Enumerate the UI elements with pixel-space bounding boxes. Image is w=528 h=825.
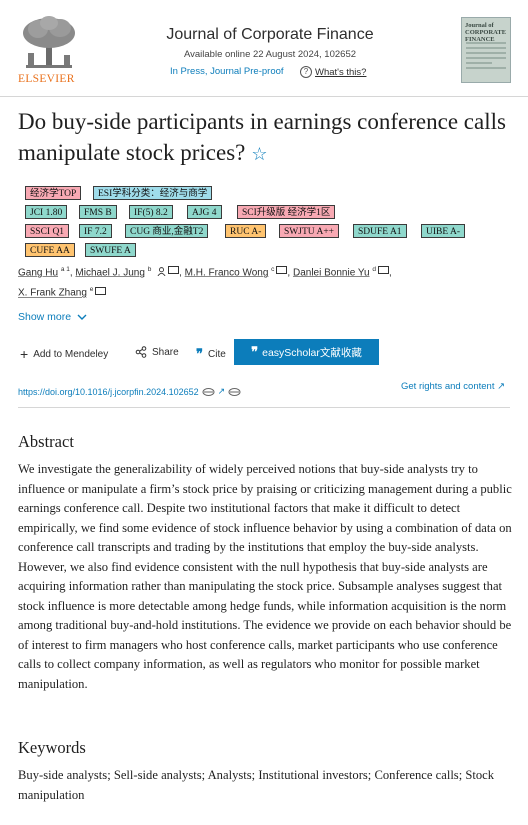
ranking-tag: IF(5) 8.2 bbox=[129, 205, 173, 219]
whats-this-label: What's this? bbox=[315, 66, 367, 78]
ranking-tag: UIBE A- bbox=[421, 224, 466, 238]
author-affiliation: d bbox=[372, 266, 376, 273]
share-button[interactable]: Share bbox=[135, 346, 179, 358]
author-affiliation: e bbox=[89, 286, 94, 294]
doi-label: https://doi.org/10.1016/j.jcorpfin.2024.… bbox=[18, 386, 199, 397]
author-affiliation: a 1 bbox=[60, 266, 70, 273]
ranking-tag: SCI升级版 经济学1区 bbox=[237, 205, 336, 219]
get-rights-link[interactable]: Get rights and content ↗ bbox=[401, 381, 505, 392]
ranking-tag: SSCI Q1 bbox=[25, 224, 70, 238]
copy-icon[interactable] bbox=[202, 387, 215, 397]
ranking-tag: FMS B bbox=[79, 205, 117, 219]
ranking-tag: CUG 商业,金融T2 bbox=[125, 224, 209, 238]
section-divider bbox=[18, 407, 510, 408]
chevron-down-icon bbox=[77, 314, 87, 320]
keywords-text: Buy-side analysts; Sell-side analysts; A… bbox=[18, 768, 495, 802]
cite-label: Cite bbox=[208, 348, 226, 360]
doi-link[interactable]: https://doi.org/10.1016/j.jcorpfin.2024.… bbox=[18, 386, 241, 397]
available-online-date: Available online 22 August 2024, 102652 bbox=[183, 49, 357, 60]
question-icon: ? bbox=[300, 66, 312, 78]
add-to-mendeley-button[interactable]: + Add to Mendeley bbox=[20, 346, 108, 362]
header-divider bbox=[0, 96, 528, 97]
article-title: Do buy-side participants in earnings con… bbox=[18, 106, 518, 170]
mendeley-label: Add to Mendeley bbox=[33, 348, 109, 360]
copy-icon[interactable] bbox=[228, 387, 241, 397]
ranking-tag: JCI 1.80 bbox=[25, 205, 68, 219]
author-list: Gang Hu a 1, Michael J. Jung b , M.H. Fr… bbox=[18, 266, 392, 299]
easyscholar-label: easyScholar文献收藏 bbox=[262, 346, 362, 359]
author-link[interactable]: Gang Hu bbox=[18, 267, 58, 278]
author-link[interactable]: X. Frank Zhang bbox=[18, 288, 87, 299]
cover-decoration bbox=[466, 42, 506, 72]
tree-icon bbox=[23, 16, 75, 68]
external-link-icon: ↗ bbox=[217, 386, 226, 396]
email-icon[interactable] bbox=[95, 286, 107, 295]
publisher-name: ELSEVIER bbox=[18, 73, 75, 85]
share-label: Share bbox=[152, 346, 179, 358]
easyscholar-button[interactable]: ❞ easyScholar文献收藏 bbox=[234, 339, 379, 365]
author-affiliation: b bbox=[147, 266, 152, 273]
email-icon[interactable] bbox=[276, 266, 288, 275]
ranking-tag: IF 7.2 bbox=[79, 224, 112, 238]
journal-cover-image[interactable]: Journal of CORPORATE FINANCE bbox=[461, 17, 511, 83]
ranking-tag: CUFE AA bbox=[25, 243, 75, 257]
share-icon bbox=[135, 346, 147, 358]
quote-icon: ❞ bbox=[196, 346, 203, 361]
author-link[interactable]: M.H. Franco Wong bbox=[185, 267, 269, 278]
cite-button[interactable]: ❞ Cite bbox=[196, 346, 226, 362]
press-status-link[interactable]: In Press, Journal Pre-proof bbox=[170, 66, 284, 77]
ranking-tag: 经济学TOP bbox=[25, 186, 82, 200]
journal-title-link[interactable]: Journal of Corporate Finance bbox=[118, 26, 422, 44]
ranking-tag: AJG 4 bbox=[187, 205, 222, 219]
abstract-heading: Abstract bbox=[18, 432, 74, 451]
ranking-tag: SWJTU A++ bbox=[279, 224, 340, 238]
author-affiliation: c bbox=[271, 266, 275, 273]
ranking-tag: ESI学科分类：经济与商学 bbox=[93, 186, 213, 200]
show-more-label: Show more bbox=[18, 311, 72, 323]
whats-this-link[interactable]: ? What's this? bbox=[300, 66, 366, 78]
cover-title: Journal of CORPORATE FINANCE bbox=[465, 22, 507, 43]
abstract-text: We investigate the generalizability of w… bbox=[18, 462, 512, 691]
keywords-heading: Keywords bbox=[18, 738, 86, 757]
elsevier-logo[interactable]: ELSEVIER bbox=[18, 15, 80, 85]
rights-label: Get rights and content bbox=[401, 381, 495, 392]
quote-icon: ❞ bbox=[251, 344, 259, 359]
plus-icon: + bbox=[20, 346, 29, 362]
author-link[interactable]: Michael J. Jung bbox=[75, 267, 144, 278]
email-icon[interactable] bbox=[168, 266, 180, 275]
ranking-tag: SDUFE A1 bbox=[353, 224, 407, 238]
ranking-tag: RUC A- bbox=[225, 224, 267, 238]
author-link[interactable]: Danlei Bonnie Yu bbox=[293, 267, 370, 278]
external-link-icon: ↗ bbox=[497, 381, 506, 392]
star-icon[interactable]: ☆ bbox=[251, 144, 267, 164]
ranking-tag: SWUFE A bbox=[85, 243, 136, 257]
person-icon bbox=[157, 267, 166, 277]
show-more-button[interactable]: Show more bbox=[18, 311, 87, 323]
email-icon[interactable] bbox=[377, 266, 389, 275]
